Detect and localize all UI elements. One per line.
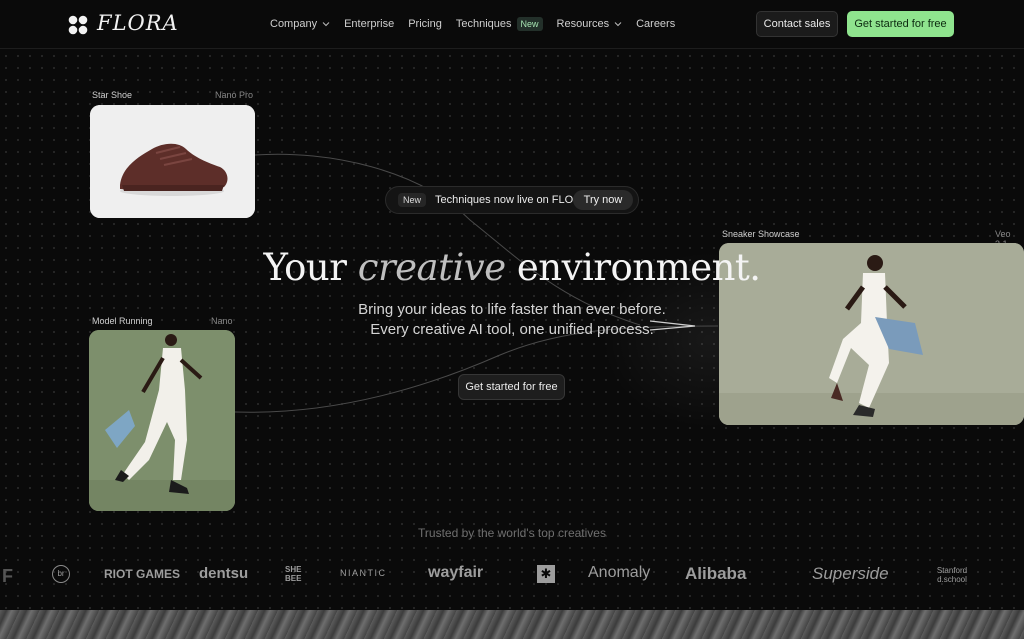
flora-logo-icon[interactable] bbox=[68, 15, 88, 35]
card-model-running[interactable] bbox=[89, 330, 235, 511]
main-menu: Company Enterprise Pricing Techniques Ne… bbox=[270, 17, 675, 31]
headline-post: environment. bbox=[516, 246, 761, 289]
hero-subtitle-line2: Every creative AI tool, one unified proc… bbox=[370, 321, 654, 338]
nav-item-enterprise[interactable]: Enterprise bbox=[344, 18, 394, 30]
trusted-caption: Trusted by the world's top creatives bbox=[418, 526, 606, 540]
logo-niantic: NIANTIC bbox=[340, 568, 387, 578]
nav-label: Careers bbox=[636, 18, 676, 30]
nav-item-techniques[interactable]: Techniques New bbox=[456, 17, 543, 31]
card-model-star-shoe: Nano Pro bbox=[215, 90, 254, 100]
card-star-shoe[interactable] bbox=[90, 105, 255, 218]
new-badge: New bbox=[398, 193, 427, 207]
hero-subtitle-line1: Bring your ideas to life faster than eve… bbox=[358, 301, 666, 318]
nav-item-company[interactable]: Company bbox=[270, 18, 330, 30]
running-model-image bbox=[89, 330, 235, 511]
nav-item-careers[interactable]: Careers bbox=[636, 18, 675, 30]
top-navigation: FLORA Company Enterprise Pricing Techniq… bbox=[0, 0, 1024, 49]
nav-label: Enterprise bbox=[344, 18, 395, 30]
footer-image-strip bbox=[0, 610, 1024, 639]
contact-sales-button[interactable]: Contact sales bbox=[756, 11, 838, 37]
announcement-pill: New Techniques now live on FLORA Try now bbox=[385, 186, 639, 214]
logo-wayfair: wayfair bbox=[428, 564, 484, 581]
logo-alibaba: Alibaba bbox=[685, 564, 747, 583]
nav-label: Company bbox=[270, 18, 318, 30]
card-title-star-shoe: Star Shoe bbox=[92, 90, 133, 100]
logo-superside: Superside bbox=[812, 564, 889, 583]
client-logos: F br RIOT GAMES dentsu SHE BEE NIANTIC w… bbox=[0, 560, 1024, 590]
headline-pre: Your bbox=[263, 246, 347, 289]
nav-item-resources[interactable]: Resources bbox=[557, 18, 623, 30]
logo-riot-games: RIOT GAMES bbox=[104, 567, 181, 581]
card-title-sneaker-showcase: Sneaker Showcase bbox=[722, 229, 800, 239]
logo-br: br bbox=[52, 565, 70, 583]
hero-get-started-button[interactable]: Get started for free bbox=[458, 374, 565, 400]
chevron-down-icon bbox=[322, 22, 330, 27]
new-badge: New bbox=[516, 17, 543, 31]
nav-item-pricing[interactable]: Pricing bbox=[408, 18, 442, 30]
logo-partial: F bbox=[2, 566, 13, 586]
chevron-down-icon bbox=[614, 22, 622, 27]
connector-shoe bbox=[254, 153, 641, 326]
try-now-button[interactable]: Try now bbox=[573, 190, 633, 210]
logo-star-mark: ✱ bbox=[537, 565, 555, 583]
nav-label: Pricing bbox=[408, 18, 442, 30]
logo-anomaly: Anomaly bbox=[588, 564, 651, 581]
nav-label: Techniques bbox=[455, 18, 512, 30]
logo-dentsu: dentsu bbox=[199, 565, 249, 582]
logo-she-bee: SHE BEE bbox=[285, 565, 302, 583]
logo-stanford-dschool: Stanford d.school bbox=[936, 566, 968, 584]
nav-label: Resources bbox=[556, 18, 610, 30]
hero-headline: Your creative environment. bbox=[0, 246, 1024, 289]
brand-wordmark[interactable]: FLORA bbox=[97, 11, 179, 35]
shoe-image bbox=[90, 105, 255, 218]
get-started-button[interactable]: Get started for free bbox=[847, 11, 954, 37]
headline-emphasis: creative bbox=[357, 246, 506, 289]
announcement-text: Techniques now live on FLORA bbox=[435, 194, 589, 206]
